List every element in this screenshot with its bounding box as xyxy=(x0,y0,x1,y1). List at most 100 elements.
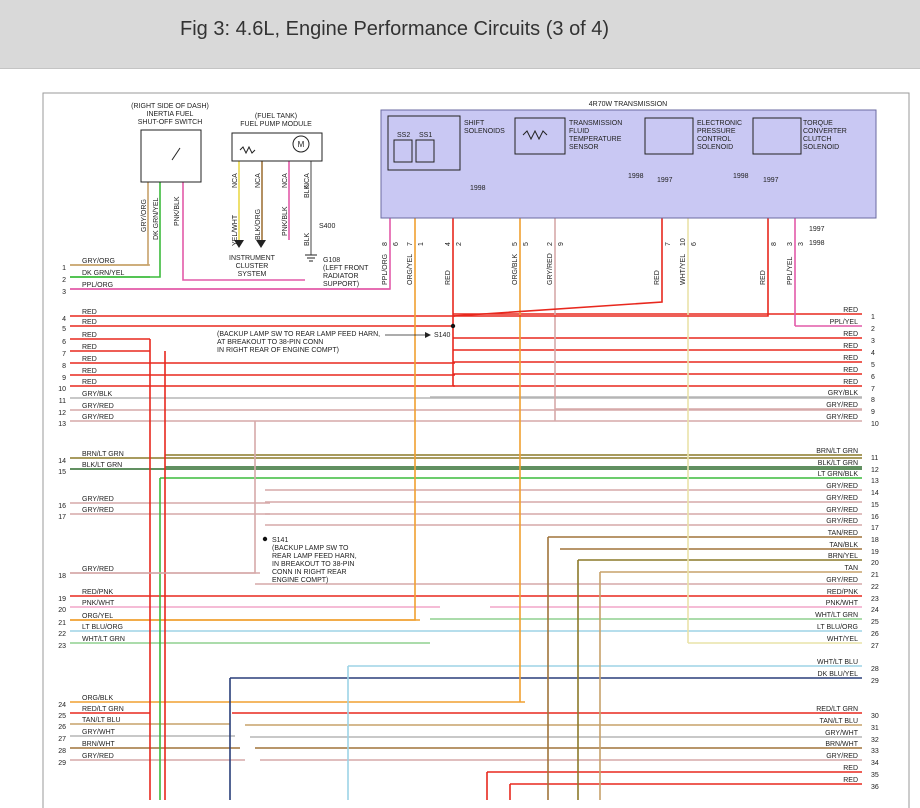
trans-cavity-number-2: 2 xyxy=(456,242,463,246)
left-row-number-12: 12 xyxy=(58,410,66,417)
year-1997-label: 1997 xyxy=(657,177,673,184)
left-row-label-19: RED/PNK xyxy=(82,589,113,596)
left-row-number-10: 10 xyxy=(58,386,66,393)
s140-splice-dot xyxy=(450,323,456,329)
shift-solenoids-label: SOLENOIDS xyxy=(464,128,505,135)
right-row-number-13: 13 xyxy=(871,478,879,485)
right-row-number-10: 10 xyxy=(871,421,879,428)
left-row-number-9: 9 xyxy=(62,375,66,382)
right-row-label-6: RED xyxy=(843,367,858,374)
left-row-number-4: 4 xyxy=(62,316,66,323)
right-row-label-17: GRY/RED xyxy=(826,518,858,525)
left-row-number-25: 25 xyxy=(58,713,66,720)
trans-pin-number-1: 7 xyxy=(407,242,414,246)
inertia-switch-label: (RIGHT SIDE OF DASH) xyxy=(131,103,209,110)
right-row-label-5: RED xyxy=(843,355,858,362)
right-row-label-8: GRY/BLK xyxy=(828,390,859,397)
left-row-number-6: 6 xyxy=(62,339,66,346)
trans-pin-wire-label-2: RED xyxy=(445,270,452,285)
right-row-label-32: GRY/WHT xyxy=(825,730,859,737)
trans-cavity-number-3: 5 xyxy=(523,242,530,246)
s140-note: AT BREAKOUT TO 38-PIN CONN xyxy=(217,339,323,346)
right-row-number-5: 5 xyxy=(871,362,875,369)
right-row-number-6: 6 xyxy=(871,374,875,381)
ss2-label: SS2 xyxy=(397,132,410,139)
left-row-number-29: 29 xyxy=(58,760,66,767)
right-row-number-33: 33 xyxy=(871,748,879,755)
left-row-label-29: GRY/RED xyxy=(82,753,114,760)
right-row-label-27: WHT/YEL xyxy=(827,636,858,643)
top-wire-label-8: NCA xyxy=(232,173,239,188)
right-row-number-34: 34 xyxy=(871,760,879,767)
gry-org-wire xyxy=(70,182,149,266)
left-row-label-6: RED xyxy=(82,332,97,339)
left-row-number-8: 8 xyxy=(62,363,66,370)
tcc-solenoid-label: CONVERTER xyxy=(803,128,847,135)
tcc-solenoid-label: SOLENOID xyxy=(803,144,839,151)
right-row-label-26: LT BLU/ORG xyxy=(817,624,858,631)
fuel-pump-module-label: (FUEL TANK) xyxy=(255,113,297,120)
g108-label: (LEFT FRONT xyxy=(323,265,369,272)
splice-layer xyxy=(262,323,456,542)
left-row-label-24: ORG/BLK xyxy=(82,695,113,702)
trans-cavity-number-6: 6 xyxy=(691,242,698,246)
trans-pin-number-2: 4 xyxy=(445,242,452,246)
left-row-number-13: 13 xyxy=(58,421,66,428)
trans-pin-number-8: 3 xyxy=(787,242,794,246)
right-row-number-21: 21 xyxy=(871,572,879,579)
right-row-number-1: 1 xyxy=(871,314,875,321)
s140-leader-arrow xyxy=(425,332,431,338)
inertia-switch-contact xyxy=(171,147,181,161)
right-row-label-30: RED/LT GRN xyxy=(816,706,858,713)
right-row-number-16: 16 xyxy=(871,514,879,521)
left-row-label-3: PPL/ORG xyxy=(82,282,113,289)
right-row-label-10: GRY/RED xyxy=(826,414,858,421)
wiring-diagram: RED 1 PPL/YEL 2 RED 3 RED 4 RED 5 RED 6 RED 7 GRY/BLK 8… xyxy=(42,92,910,808)
epc-red-wire xyxy=(452,218,663,317)
left-row-number-15: 15 xyxy=(58,469,66,476)
trans-cavity-number-8: 3 xyxy=(798,242,805,246)
year-1998-label: 1998 xyxy=(809,240,825,247)
left-row-label-17: GRY/RED xyxy=(82,507,114,514)
left-row-label-13: GRY/RED xyxy=(82,414,114,421)
top-wire-label-9: NCA xyxy=(255,173,262,188)
left-row-number-28: 28 xyxy=(58,748,66,755)
left-row-label-25: RED/LT GRN xyxy=(82,706,124,713)
top-wire-label-2: PNK/BLK xyxy=(174,196,181,226)
left-row-label-10: RED xyxy=(82,379,97,386)
top-wire-label-5: PNK/BLK xyxy=(282,206,289,236)
inertia-switch-label: INERTIA FUEL xyxy=(147,111,194,118)
right-row-label-31: TAN/LT BLU xyxy=(819,718,858,725)
s140-label: S140 xyxy=(434,332,450,339)
instrument-cluster-label: INSTRUMENT xyxy=(229,255,276,262)
left-row-label-8: RED xyxy=(82,356,97,363)
top-wire-label-6: BLK xyxy=(304,232,311,246)
shift-solenoids-label: SHIFT xyxy=(464,120,485,127)
left-row-label-15: BLK/LT GRN xyxy=(82,462,122,469)
left-row-number-3: 3 xyxy=(62,289,66,296)
trans-cavity-number-5: 7 xyxy=(665,242,672,246)
inertia-switch-box xyxy=(140,129,202,183)
right-row-number-3: 3 xyxy=(871,338,875,345)
right-row-number-14: 14 xyxy=(871,490,879,497)
right-row-number-36: 36 xyxy=(871,784,879,791)
trans-cavity-number-1: 1 xyxy=(418,242,425,246)
right-row-number-7: 7 xyxy=(871,386,875,393)
left-row-number-1: 1 xyxy=(62,265,66,272)
fuel-pump-module-label: FUEL PUMP MODULE xyxy=(240,121,312,128)
sender-resistor-symbol xyxy=(239,145,256,155)
s141-note: (BACKUP LAMP SW TO xyxy=(272,545,349,552)
tft-sensor-label: FLUID xyxy=(569,128,589,135)
year-1998-label: 1998 xyxy=(628,173,644,180)
left-row-number-24: 24 xyxy=(58,702,66,709)
left-row-number-11: 11 xyxy=(59,398,66,405)
right-row-label-29: DK BLU/YEL xyxy=(818,671,859,678)
right-row-label-23: RED/PNK xyxy=(827,589,858,596)
org-yel-wire xyxy=(70,218,416,621)
right-row-label-7: RED xyxy=(843,379,858,386)
s141-note: ENGINE COMPT) xyxy=(272,577,328,584)
left-row-number-7: 7 xyxy=(62,351,66,358)
left-row-number-23: 23 xyxy=(58,643,66,650)
right-row-number-25: 25 xyxy=(871,619,879,626)
right-row-label-24: PNK/WHT xyxy=(826,600,859,607)
